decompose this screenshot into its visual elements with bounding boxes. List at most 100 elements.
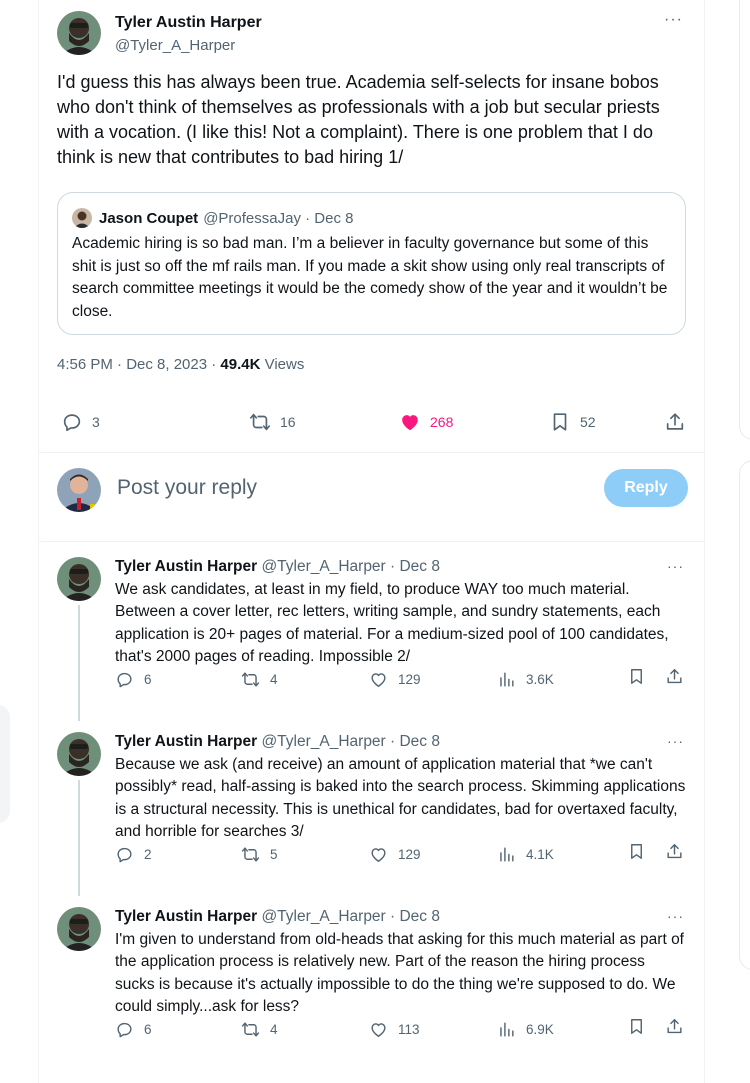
reply-icon (117, 847, 132, 862)
left-sidebar (0, 0, 38, 1083)
views-count: 3.6K (526, 671, 554, 687)
reply-header: Tyler Austin Harper @Tyler_A_Harper · De… (115, 557, 440, 577)
reply-tweet[interactable]: Tyler Austin Harper @Tyler_A_Harper · De… (39, 893, 704, 1068)
share-action[interactable] (664, 405, 695, 439)
views-icon (500, 1021, 514, 1037)
repost-icon (241, 671, 260, 687)
more-icon[interactable]: ··· (664, 12, 683, 28)
reply-tweet[interactable]: Tyler Austin Harper @Tyler_A_Harper · De… (39, 718, 704, 896)
reply-input[interactable]: Post your reply (117, 476, 257, 500)
main-tweet-author-row: Tyler Austin Harper @Tyler_A_Harper ··· (57, 10, 687, 58)
share-icon (667, 669, 682, 684)
like-action[interactable]: 129 (369, 667, 421, 691)
quoted-author-handle-date: @ProfessaJay · Dec 8 (203, 209, 354, 227)
quoted-author-name: Jason Coupet (99, 209, 199, 227)
left-sidebar-fragment (0, 705, 10, 823)
share-action[interactable] (665, 1017, 684, 1041)
reply-tweet[interactable]: Tyler Austin Harper @Tyler_A_Harper · De… (39, 543, 704, 721)
bookmark-icon (553, 413, 567, 431)
share-icon (666, 413, 684, 430)
more-icon[interactable]: ··· (667, 909, 684, 923)
reply-action[interactable]: 3 (61, 405, 100, 439)
author-avatar[interactable] (57, 11, 101, 55)
repost-count: 4 (270, 671, 278, 687)
like-count: 268 (430, 414, 454, 430)
heart-icon (371, 672, 386, 687)
views-icon (500, 671, 514, 687)
reply-author-name[interactable]: Tyler Austin Harper (115, 558, 257, 575)
tweet-text: I'd guess this has always been true. Aca… (57, 72, 660, 167)
reply-count: 3 (92, 414, 100, 430)
quoted-author-avatar (72, 208, 92, 228)
share-icon (667, 844, 682, 859)
views-action[interactable]: 4.1K (497, 842, 554, 866)
reply-author-handle-date[interactable]: @Tyler_A_Harper · Dec 8 (261, 908, 440, 925)
bookmark-count: 52 (580, 414, 596, 430)
bookmark-action[interactable] (627, 1017, 646, 1041)
share-action[interactable] (665, 842, 684, 866)
reply-author-avatar[interactable] (57, 907, 101, 951)
reply-actions: 6 4 113 6.9K (115, 1017, 690, 1041)
timestamp-text[interactable]: 4:56 PM · Dec 8, 2023 · (57, 356, 220, 373)
reply-icon (117, 1022, 132, 1037)
reply-composer: Post your reply Reply (57, 467, 688, 515)
bookmark-action[interactable] (627, 842, 646, 866)
like-action[interactable]: 129 (369, 842, 421, 866)
repost-count: 4 (270, 1021, 278, 1037)
reply-action[interactable]: 6 (115, 1017, 152, 1041)
repost-icon (250, 413, 270, 431)
reply-header: Tyler Austin Harper @Tyler_A_Harper · De… (115, 732, 440, 752)
bookmark-action[interactable] (627, 667, 646, 691)
more-icon[interactable]: ··· (667, 734, 684, 748)
repost-icon (241, 846, 260, 862)
reply-author-avatar[interactable] (57, 732, 101, 776)
current-user-avatar[interactable] (57, 468, 101, 512)
quoted-tweet[interactable]: Jason Coupet @ProfessaJay · Dec 8 Academ… (57, 192, 686, 335)
reply-action[interactable]: 6 (115, 667, 152, 691)
reply-author-name[interactable]: Tyler Austin Harper (115, 908, 257, 925)
repost-action[interactable]: 5 (241, 842, 278, 866)
reply-count: 6 (144, 671, 152, 687)
repost-icon (241, 1021, 260, 1037)
views-count: 49.4K (220, 356, 261, 373)
reply-author-handle-date[interactable]: @Tyler_A_Harper · Dec 8 (261, 733, 440, 750)
like-action[interactable]: 113 (369, 1017, 420, 1041)
reply-text: I'm given to understand from old-heads t… (115, 931, 684, 1015)
like-action[interactable]: 268 (399, 405, 453, 439)
reply-icon (63, 414, 81, 432)
author-handle[interactable]: @Tyler_A_Harper (115, 36, 262, 56)
reply-action[interactable]: 2 (115, 842, 152, 866)
share-action[interactable] (665, 667, 684, 691)
bookmark-action[interactable]: 52 (549, 405, 596, 439)
views-action[interactable]: 6.9K (497, 1017, 554, 1041)
views-action[interactable]: 3.6K (497, 667, 554, 691)
reply-text: We ask candidates, at least in my field,… (115, 581, 669, 665)
author-display-name[interactable]: Tyler Austin Harper (115, 12, 262, 33)
thread-connector-line (78, 780, 80, 896)
repost-action[interactable]: 16 (249, 405, 296, 439)
reply-count: 2 (144, 846, 152, 862)
tweet-actions: 3 16 268 52 (57, 405, 689, 439)
right-sidebar (705, 0, 750, 1083)
more-icon[interactable]: ··· (667, 559, 684, 573)
reply-icon (117, 672, 132, 687)
views-icon (500, 846, 514, 862)
reply-button[interactable]: Reply (604, 469, 688, 507)
reply-header: Tyler Austin Harper @Tyler_A_Harper · De… (115, 907, 440, 927)
tweet-timestamp: 4:56 PM · Dec 8, 2023 · 49.4K Views (57, 355, 304, 375)
repost-count: 16 (280, 414, 296, 430)
heart-icon (402, 415, 418, 431)
reply-count: 6 (144, 1021, 152, 1037)
share-icon (667, 1019, 682, 1034)
reply-actions: 2 5 129 4.1K (115, 842, 690, 866)
like-count: 129 (398, 846, 421, 862)
reply-author-name[interactable]: Tyler Austin Harper (115, 733, 257, 750)
repost-action[interactable]: 4 (241, 1017, 278, 1041)
thread-connector-line (78, 605, 80, 721)
reply-actions: 6 4 129 3.6K (115, 667, 690, 691)
like-count: 113 (398, 1021, 420, 1037)
repost-action[interactable]: 4 (241, 667, 278, 691)
views-count: 6.9K (526, 1021, 554, 1037)
reply-author-avatar[interactable] (57, 557, 101, 601)
reply-author-handle-date[interactable]: @Tyler_A_Harper · Dec 8 (261, 558, 440, 575)
